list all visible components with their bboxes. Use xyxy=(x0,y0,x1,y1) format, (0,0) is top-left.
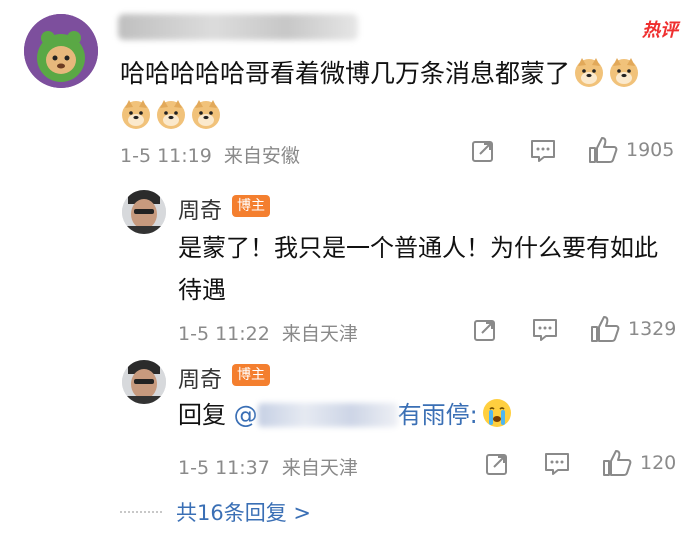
comment-button[interactable] xyxy=(543,451,571,477)
reply-username[interactable]: 周奇 xyxy=(178,193,222,225)
mention-link[interactable]: @ 有雨停: xyxy=(234,401,478,429)
comment-icon xyxy=(533,319,557,341)
reply-time: 1-5 11:37 xyxy=(178,457,270,479)
comment-button[interactable] xyxy=(529,138,557,164)
hot-comment-badge: 热评 xyxy=(642,20,678,41)
like-count: 1329 xyxy=(628,318,677,340)
main-comment-meta: 1-5 11:19 来自安徽 xyxy=(120,141,300,168)
thumbs-up-icon xyxy=(589,137,618,163)
forward-icon xyxy=(486,454,507,475)
reply-avatar[interactable] xyxy=(122,360,166,404)
like-button[interactable]: 120 xyxy=(602,449,676,477)
crying-emoji-icon xyxy=(482,399,511,427)
thumbs-up-icon xyxy=(603,450,632,476)
like-button[interactable]: 1329 xyxy=(590,315,676,343)
reply-location: 来自天津 xyxy=(281,457,358,479)
mention-tail: 有雨停: xyxy=(397,401,478,429)
like-button[interactable]: 1905 xyxy=(588,136,674,164)
more-replies-link[interactable]: 共16条回复 > xyxy=(120,497,311,527)
reply-text: 是蒙了！我只是一个普通人！为什么要有如此待遇 xyxy=(178,234,658,304)
comment-time: 1-5 11:19 xyxy=(120,145,212,167)
forward-button[interactable] xyxy=(472,317,498,343)
blogger-badge: 博主 xyxy=(232,195,270,217)
reply-text: 回复 @ 有雨停: xyxy=(178,395,513,435)
reply-meta: 1-5 11:37 来自天津 xyxy=(178,453,358,480)
forward-button[interactable] xyxy=(470,138,496,164)
more-replies-label: 共16条回复 > xyxy=(176,501,311,525)
comment-location: 来自安徽 xyxy=(223,145,300,167)
reply-username[interactable]: 周奇 xyxy=(178,362,222,394)
forward-button[interactable] xyxy=(484,451,510,477)
forward-icon xyxy=(472,141,493,162)
comment-button[interactable] xyxy=(531,317,559,343)
comment-icon xyxy=(531,140,555,162)
mention-name-blurred xyxy=(257,403,398,427)
doge-emoji-icon xyxy=(122,100,150,129)
reply-time: 1-5 11:22 xyxy=(178,323,270,345)
blogger-badge: 博主 xyxy=(232,364,270,386)
thumbs-up-icon xyxy=(591,316,620,342)
reply-location: 来自天津 xyxy=(281,323,358,345)
reply-avatar[interactable] xyxy=(122,190,166,234)
main-comment-body: 哈哈哈哈哈哥看着微博几万条消息都蒙了 xyxy=(120,59,571,88)
main-comment-text: 哈哈哈哈哈哥看着微博几万条消息都蒙了 xyxy=(120,53,680,137)
like-count: 1905 xyxy=(626,139,675,161)
comment-thread: 热评 哈哈哈哈哈哥看着微博几万条消息都蒙了 1-5 11:19 来自安徽 190… xyxy=(0,0,700,544)
doge-emoji-icon xyxy=(157,100,185,129)
doge-emoji-icon xyxy=(610,58,639,87)
commenter-avatar[interactable] xyxy=(24,14,98,88)
doge-emoji-icon xyxy=(575,58,604,87)
comment-icon xyxy=(545,453,569,475)
reply-prefix: 回复 xyxy=(178,401,226,429)
divider xyxy=(120,511,162,513)
commenter-name-blurred[interactable] xyxy=(118,14,358,40)
reply-meta: 1-5 11:22 来自天津 xyxy=(178,319,358,346)
forward-icon xyxy=(474,320,495,341)
mention-at: @ xyxy=(233,401,258,429)
like-count: 120 xyxy=(640,452,677,474)
doge-emoji-icon xyxy=(192,100,220,129)
